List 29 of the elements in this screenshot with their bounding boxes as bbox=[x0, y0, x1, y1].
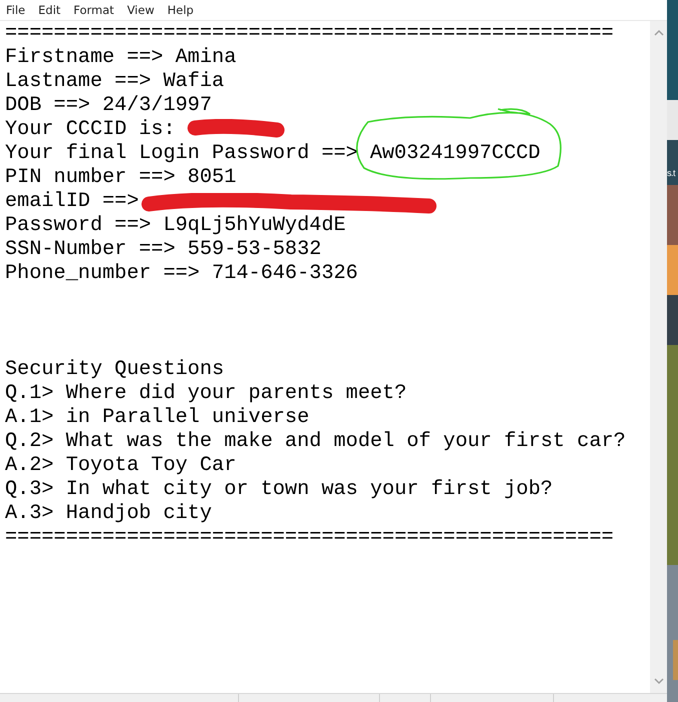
text-line: A.2> Toyota Toy Car bbox=[5, 454, 236, 477]
text-line: Password ==> L9qLj5hYuWyd4dE bbox=[5, 214, 346, 237]
separator-line: ================================================== bbox=[5, 22, 614, 45]
text-line: Your CCCID is: bbox=[5, 118, 176, 141]
scroll-up-icon[interactable] bbox=[654, 29, 664, 36]
text-line: PIN number ==> 8051 bbox=[5, 166, 236, 189]
menu-item[interactable]: Format bbox=[74, 3, 114, 17]
text-line: Your final Login Password ==> bbox=[5, 142, 358, 165]
text-line: Firstname ==> Amina bbox=[5, 46, 236, 69]
separator-line: ================================================== bbox=[5, 526, 614, 549]
text-line: Lastname ==> Wafia bbox=[5, 70, 224, 93]
text-line: SSN-Number ==> 559-53-5832 bbox=[5, 238, 322, 261]
scroll-down-icon[interactable] bbox=[654, 678, 664, 685]
text-line: Q.2> What was the make and model of your first car? bbox=[5, 430, 626, 453]
desktop-icon-label[interactable]: s.t bbox=[667, 168, 676, 178]
text-line: Phone_number ==> 714-646-3326 bbox=[5, 262, 358, 285]
menu-item[interactable]: Help bbox=[167, 3, 194, 17]
password-value: Aw03241997CCCD bbox=[370, 142, 540, 165]
scrollbar[interactable] bbox=[650, 21, 667, 693]
text-line: Q.1> Where did your parents meet? bbox=[5, 382, 407, 405]
text-line: Q.3> In what city or town was your first job? bbox=[5, 478, 553, 501]
text-line: A.1> in Parallel universe bbox=[5, 406, 310, 429]
text-line: emailID ==> bbox=[5, 190, 139, 213]
text-line: Security Questions bbox=[5, 358, 224, 381]
menu-item[interactable]: File bbox=[6, 3, 26, 17]
text-line: A.3> Handjob city bbox=[5, 502, 212, 525]
text-line: DOB ==> 24/3/1997 bbox=[5, 94, 212, 117]
menu-item[interactable]: Edit bbox=[38, 3, 61, 17]
menu-item[interactable]: View bbox=[127, 3, 154, 17]
